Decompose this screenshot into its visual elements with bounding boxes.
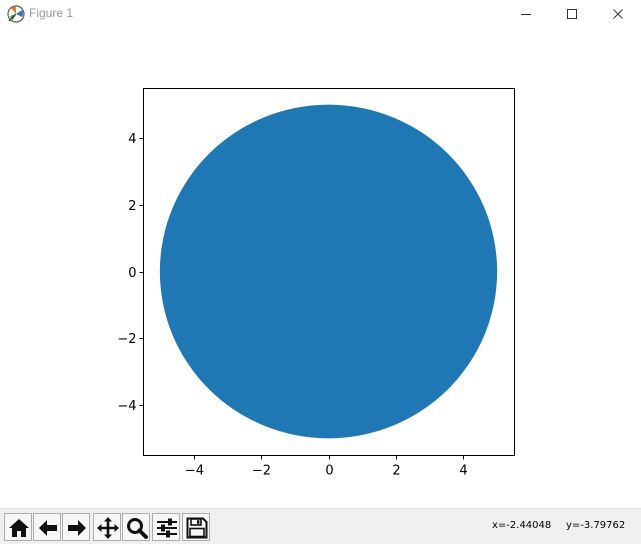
y-coordinate-readout: y=-3.79762 xyxy=(566,520,626,531)
y-tick-label: −4 xyxy=(117,399,136,414)
circle-patch xyxy=(159,104,498,439)
pan-button[interactable] xyxy=(93,513,121,541)
y-tick-label: −2 xyxy=(117,332,136,347)
minimize-button[interactable] xyxy=(503,0,549,28)
move-arrows-icon xyxy=(97,517,119,539)
minimize-icon xyxy=(521,14,531,15)
arrow-left-icon xyxy=(39,520,57,536)
back-button[interactable] xyxy=(33,513,61,541)
configure-subplots-button[interactable] xyxy=(152,513,180,541)
figure-canvas[interactable]: −4 −2 0 2 4 −4 −2 0 2 4 xyxy=(0,28,641,508)
x-tick-label: 2 xyxy=(392,464,400,479)
forward-button[interactable] xyxy=(62,513,90,541)
matplotlib-logo-icon xyxy=(7,5,25,23)
x-tick-label: −2 xyxy=(252,464,271,479)
home-button[interactable] xyxy=(4,513,32,541)
save-button[interactable] xyxy=(182,513,210,541)
y-tick-label: 0 xyxy=(128,266,136,281)
zoom-button[interactable] xyxy=(122,513,150,541)
floppy-disk-icon xyxy=(186,517,208,539)
x-tick-label: −4 xyxy=(185,464,204,479)
y-tick-label: 2 xyxy=(128,199,136,214)
close-icon xyxy=(613,9,623,19)
maximize-button[interactable] xyxy=(549,0,595,28)
y-tick-label: 4 xyxy=(128,132,136,147)
home-icon xyxy=(9,519,29,537)
x-coordinate-readout: x=-2.44048 xyxy=(492,520,552,531)
window-titlebar: Figure 1 xyxy=(0,0,641,28)
close-button[interactable] xyxy=(595,0,641,28)
maximize-icon xyxy=(567,9,577,19)
plot-area[interactable]: −4 −2 0 2 4 −4 −2 0 2 4 xyxy=(0,28,641,508)
x-tick-label: 4 xyxy=(459,464,467,479)
magnifier-icon xyxy=(127,518,148,539)
sliders-icon xyxy=(157,518,177,538)
x-tick-label: 0 xyxy=(325,464,333,479)
window-title: Figure 1 xyxy=(29,6,74,20)
navigation-toolbar: x=-2.44048 y=-3.79762 xyxy=(0,508,641,544)
arrow-right-icon xyxy=(68,520,86,536)
